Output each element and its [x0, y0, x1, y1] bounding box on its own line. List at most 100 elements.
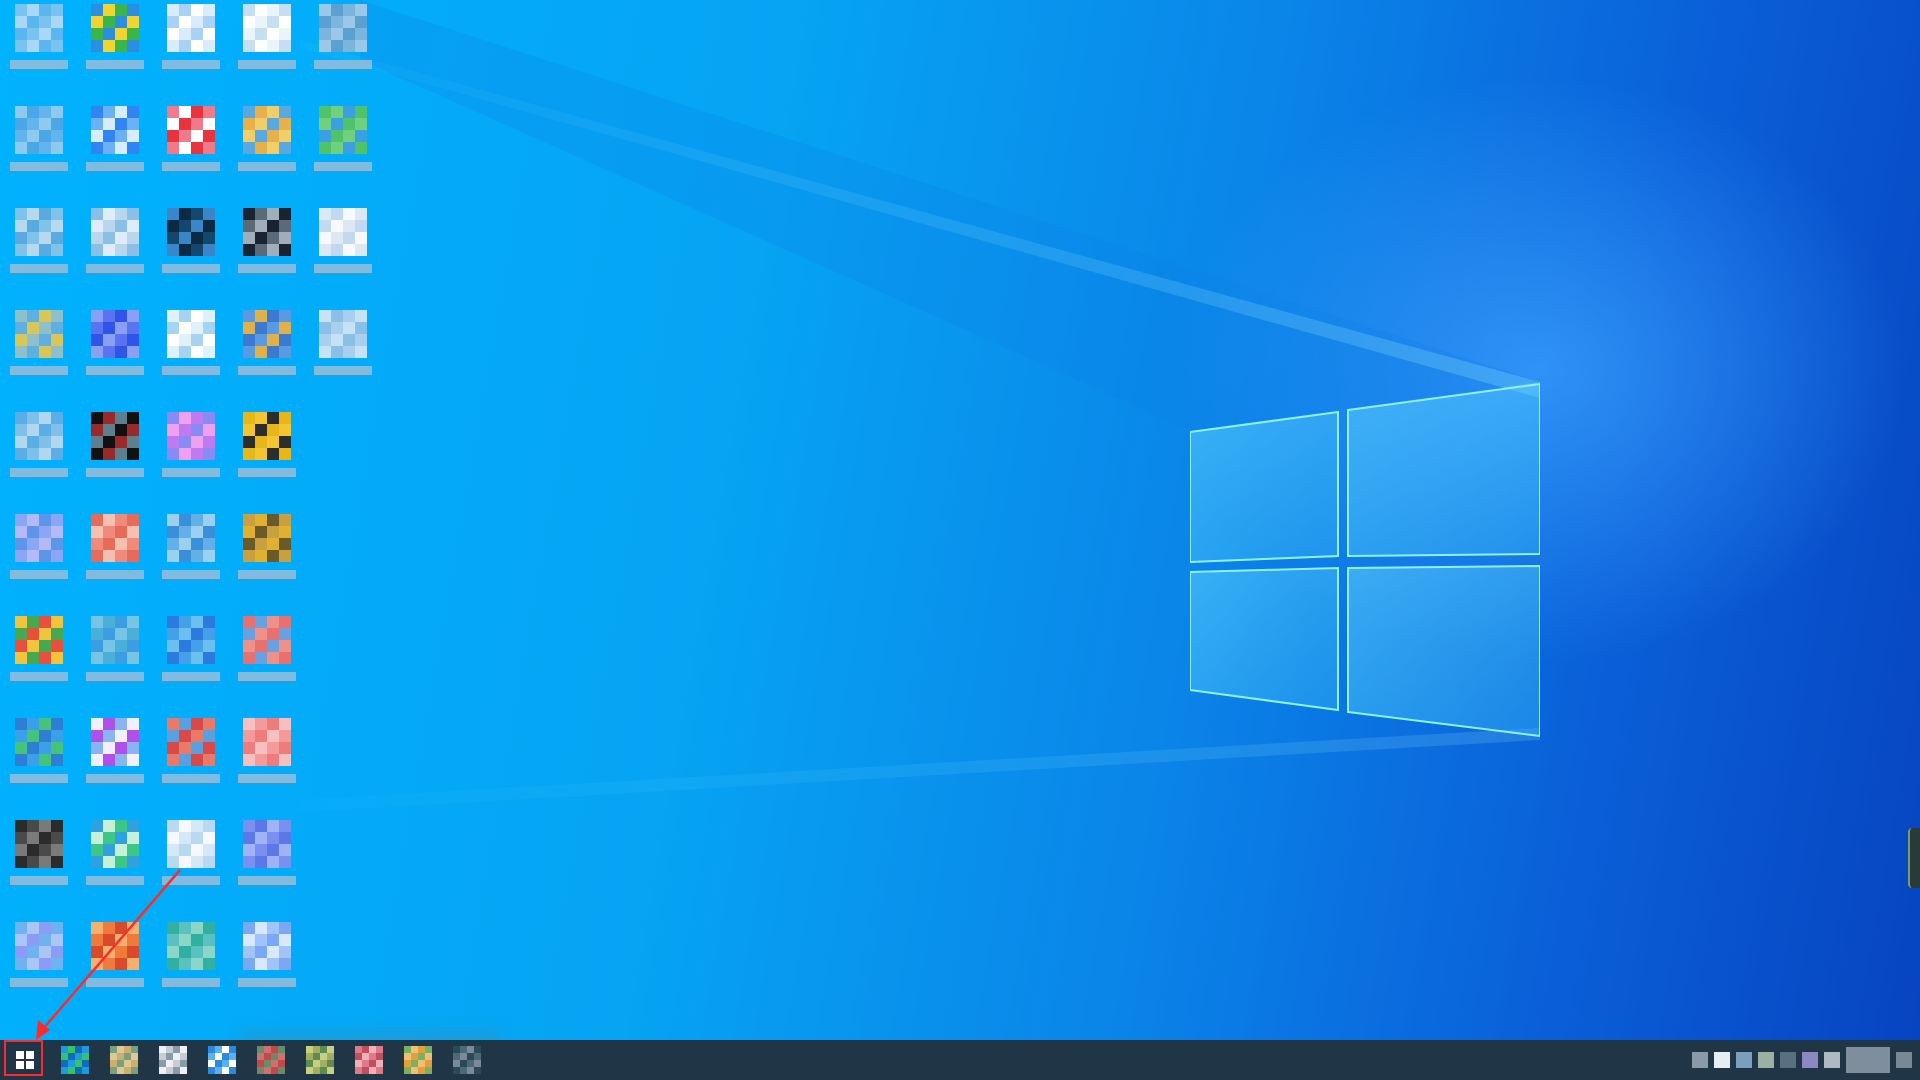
- desktop-icon-label-pixelated: [10, 978, 68, 987]
- taskbar-app-button[interactable]: [101, 1040, 147, 1080]
- desktop-icon[interactable]: [160, 510, 224, 594]
- desktop-icon[interactable]: [236, 612, 300, 696]
- desktop-icon[interactable]: [84, 816, 148, 900]
- tray-icon[interactable]: [1802, 1052, 1818, 1068]
- desktop-icon[interactable]: [236, 204, 300, 288]
- desktop-icon[interactable]: [236, 918, 300, 1002]
- taskbar-app-button[interactable]: [395, 1040, 441, 1080]
- taskbar-app-button[interactable]: [52, 1040, 98, 1080]
- taskbar-app-button[interactable]: [150, 1040, 196, 1080]
- desktop-icon[interactable]: [84, 918, 148, 1002]
- desktop-icon[interactable]: [160, 0, 224, 84]
- desktop-icon-label-pixelated: [162, 264, 220, 273]
- app-icon: [15, 208, 64, 257]
- desktop-icon-label-pixelated: [162, 774, 220, 783]
- tray-icon[interactable]: [1736, 1052, 1752, 1068]
- app-icon: [319, 106, 368, 155]
- notification-icon[interactable]: [1896, 1052, 1912, 1068]
- desktop-icon[interactable]: [236, 102, 300, 186]
- app-icon: [319, 310, 368, 359]
- desktop-icon[interactable]: [160, 918, 224, 1002]
- desktop-icon-label-pixelated: [86, 468, 144, 477]
- clock-area[interactable]: [1846, 1047, 1890, 1073]
- app-icon: [110, 1046, 139, 1075]
- taskbar-app-button[interactable]: [346, 1040, 392, 1080]
- desktop-icon[interactable]: [8, 918, 72, 1002]
- tray-icon[interactable]: [1714, 1052, 1730, 1068]
- side-panel-handle[interactable]: [1908, 828, 1920, 888]
- desktop-icon[interactable]: [84, 306, 148, 390]
- desktop-icon[interactable]: [236, 408, 300, 492]
- app-icon: [159, 1046, 188, 1075]
- desktop-icon-label-pixelated: [238, 672, 296, 681]
- desktop-icon[interactable]: [84, 102, 148, 186]
- desktop-icon[interactable]: [84, 204, 148, 288]
- desktop-icon[interactable]: [8, 0, 72, 84]
- app-icon: [15, 922, 64, 971]
- windows-start-icon: [16, 1051, 34, 1069]
- desktop-icon[interactable]: [84, 0, 148, 84]
- desktop-icon[interactable]: [312, 0, 376, 84]
- desktop-icon[interactable]: [84, 408, 148, 492]
- system-tray: [1692, 1040, 1912, 1080]
- tray-icon[interactable]: [1780, 1052, 1796, 1068]
- desktop-icon[interactable]: [8, 204, 72, 288]
- desktop-icon[interactable]: [312, 102, 376, 186]
- desktop-icon-label-pixelated: [10, 162, 68, 171]
- desktop-icon[interactable]: [8, 816, 72, 900]
- app-icon: [243, 616, 292, 665]
- desktop-icon[interactable]: [312, 306, 376, 390]
- desktop-icon[interactable]: [8, 612, 72, 696]
- app-icon: [167, 106, 216, 155]
- app-icon: [243, 106, 292, 155]
- start-button[interactable]: [2, 1040, 48, 1080]
- desktop-icon[interactable]: [160, 612, 224, 696]
- desktop-icon-label-pixelated: [162, 876, 220, 885]
- desktop-icon-label-pixelated: [86, 672, 144, 681]
- tray-icon[interactable]: [1824, 1052, 1840, 1068]
- desktop-icon[interactable]: [8, 306, 72, 390]
- app-icon: [167, 412, 216, 461]
- desktop-icon[interactable]: [160, 714, 224, 798]
- desktop-icon[interactable]: [160, 306, 224, 390]
- desktop-icon[interactable]: [160, 816, 224, 900]
- desktop-icon[interactable]: [236, 306, 300, 390]
- desktop-icon[interactable]: [160, 408, 224, 492]
- app-icon: [15, 310, 64, 359]
- desktop-icon[interactable]: [8, 510, 72, 594]
- desktop-icon[interactable]: [160, 102, 224, 186]
- desktop-icon[interactable]: [8, 714, 72, 798]
- desktop-icon[interactable]: [84, 714, 148, 798]
- taskbar-app-button[interactable]: [297, 1040, 343, 1080]
- desktop-icon[interactable]: [236, 816, 300, 900]
- desktop-icon[interactable]: [84, 510, 148, 594]
- tray-icon[interactable]: [1692, 1052, 1708, 1068]
- taskbar-app-button[interactable]: [248, 1040, 294, 1080]
- app-icon: [15, 820, 64, 869]
- desktop-icon-label-pixelated: [10, 876, 68, 885]
- desktop-icon-label-pixelated: [238, 570, 296, 579]
- desktop-icon[interactable]: [236, 714, 300, 798]
- desktop-icon-label-pixelated: [162, 672, 220, 681]
- desktop-icon[interactable]: [84, 612, 148, 696]
- tray-icon[interactable]: [1758, 1052, 1774, 1068]
- desktop-icon-label-pixelated: [162, 978, 220, 987]
- desktop-icon[interactable]: [236, 510, 300, 594]
- app-icon: [257, 1046, 286, 1075]
- desktop-icon[interactable]: [236, 0, 300, 84]
- desktop-icon-label-pixelated: [238, 468, 296, 477]
- app-icon: [167, 922, 216, 971]
- app-icon: [243, 208, 292, 257]
- desktop-icon[interactable]: [8, 408, 72, 492]
- desktop-icon-label-pixelated: [238, 978, 296, 987]
- desktop-icon[interactable]: [312, 204, 376, 288]
- desktop-icon-label-pixelated: [10, 366, 68, 375]
- taskbar-app-button[interactable]: [199, 1040, 245, 1080]
- app-icon: [319, 4, 368, 53]
- desktop-icon-label-pixelated: [86, 60, 144, 69]
- desktop-icon[interactable]: [160, 204, 224, 288]
- desktop-icon-label-pixelated: [86, 366, 144, 375]
- taskbar-app-button[interactable]: [444, 1040, 490, 1080]
- desktop-icon-label-pixelated: [238, 60, 296, 69]
- desktop-icon[interactable]: [8, 102, 72, 186]
